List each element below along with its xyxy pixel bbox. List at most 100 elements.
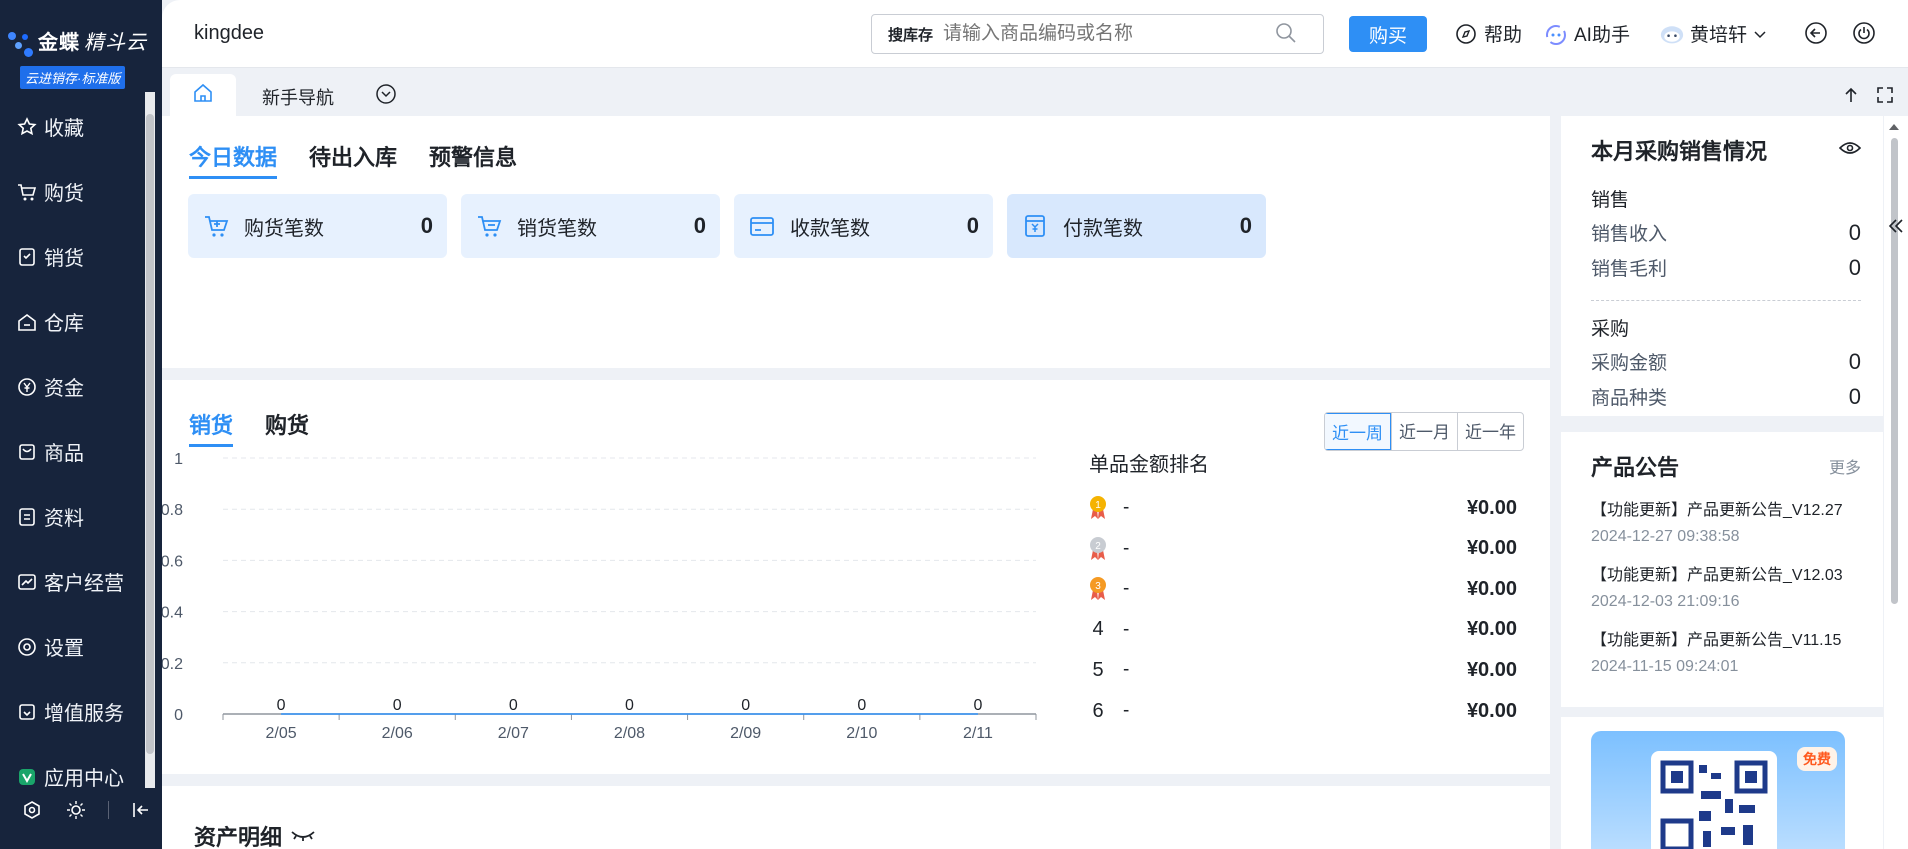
sidebar-item-label: 收藏	[44, 118, 84, 140]
monthly-panel: 本月采购销售情况 销售 销售收入 0 销售毛利 0 采购 采购金额 0 商品种类 0	[1561, 116, 1883, 416]
rank-amount: ¥0.00	[1466, 577, 1517, 600]
scrollbar-thumb[interactable]	[146, 114, 154, 754]
sidebar-item-label: 应用中心	[44, 768, 124, 790]
sales-trend-chart: 0 0.2 0.4 0.6 0.8 1 2/05 0 2/06 0 2/07 0 2/08 0 2/09 0 2…	[162, 451, 1037, 740]
y-tick-label: 1	[174, 451, 183, 468]
yen-icon	[16, 376, 38, 398]
sidebar-item-label: 仓库	[44, 313, 84, 335]
search-input[interactable]	[943, 23, 1275, 45]
sidebar-item-funds[interactable]: 资金	[0, 354, 143, 419]
notice-item-title: 【功能更新】产品更新公告_V11.15	[1591, 632, 1842, 649]
back-button[interactable]	[1804, 21, 1834, 45]
range-year[interactable]: 近一年	[1457, 413, 1523, 450]
search-box: 搜库存	[871, 14, 1324, 54]
sidebar-footer	[0, 790, 162, 830]
rank-item-name: -	[1123, 618, 1130, 640]
stat-label: 购货笔数	[244, 217, 324, 240]
collapse-sidebar-icon[interactable]	[129, 798, 153, 822]
sidebar-item-warehouse[interactable]: 仓库	[0, 289, 143, 354]
x-tick-label: 2/05	[266, 725, 297, 740]
y-tick-label: 0.6	[162, 553, 183, 570]
sidebar-item-settings[interactable]: 设置	[0, 614, 143, 679]
sidebar-item-data[interactable]: 资料	[0, 484, 143, 549]
svg-text:1: 1	[1095, 500, 1101, 511]
fullscreen-icon[interactable]	[1876, 86, 1894, 109]
sidebar-item-favorites[interactable]: 收藏	[0, 94, 143, 159]
stat-card-receipts[interactable]: 收款笔数 0	[734, 194, 993, 258]
logo[interactable]: 金蝶 精斗云 云进销存·标准版	[6, 22, 156, 89]
kv-value: 0	[1848, 219, 1861, 245]
power-icon	[1852, 21, 1876, 45]
stat-card-purchase[interactable]: 购货笔数 0	[188, 194, 447, 258]
right-scrollbar-thumb[interactable]	[1891, 138, 1898, 604]
tab-pending-stock[interactable]: 待出入库	[309, 140, 397, 179]
range-week[interactable]: 近一周	[1325, 413, 1391, 450]
tab-more-icon[interactable]	[375, 83, 397, 105]
cart-icon	[475, 212, 503, 240]
stat-card-payments[interactable]: 付款笔数 0	[1007, 194, 1266, 258]
assets-header: 资产明细	[194, 820, 316, 849]
scroll-up-icon[interactable]	[1889, 124, 1899, 130]
logout-button[interactable]	[1852, 21, 1882, 45]
medal-icon: 3	[1087, 575, 1109, 603]
tab-beginner-guide[interactable]: 新手导航	[262, 84, 334, 110]
stat-value: 0	[966, 213, 979, 238]
monthly-header: 本月采购销售情况	[1591, 134, 1862, 166]
stat-cards: 购货笔数 0 销货笔数 0 收款笔数 0 付款笔数 0	[188, 194, 1266, 258]
more-link[interactable]: 更多	[1829, 454, 1861, 478]
promo-banner[interactable]: 免费	[1591, 731, 1845, 849]
help-link[interactable]: 帮助	[1454, 20, 1522, 47]
tab-home[interactable]	[170, 74, 236, 116]
rank-item-name: -	[1123, 578, 1130, 600]
sidebar-item-goods[interactable]: 商品	[0, 419, 143, 484]
today-tabs: 今日数据 待出入库 预警信息	[189, 140, 517, 179]
qr-code	[1651, 751, 1777, 849]
cart-plus-icon	[202, 212, 230, 240]
assets-title: 资产明细	[194, 825, 283, 849]
wallet-icon	[748, 212, 776, 240]
rank-number: 4	[1092, 618, 1104, 641]
sidebar-scrollbar[interactable]	[143, 92, 157, 788]
sidebar-item-sales[interactable]: 销货	[0, 224, 143, 289]
theme-sun-icon[interactable]	[64, 798, 88, 822]
stat-label: 销货笔数	[517, 217, 597, 240]
sidebar-item-purchase[interactable]: 购货	[0, 159, 143, 224]
tab-today-data[interactable]: 今日数据	[189, 140, 278, 179]
user-menu[interactable]: 黄培轩	[1660, 20, 1767, 47]
sidebar-menu: 收藏 购货 销货 仓库 资金 商品 资料 客户经营 设置 增值服务 应用中心	[0, 94, 143, 809]
rank-row: 3 - ¥0.00	[1087, 575, 1517, 603]
sidebar-item-services[interactable]: 增值服务	[0, 679, 143, 744]
rank-title: 单品金额排名	[1089, 454, 1209, 476]
rank-row: 1 - ¥0.00	[1087, 494, 1517, 522]
right-scroll-area	[1884, 116, 1908, 849]
notice-item[interactable]: 【功能更新】产品更新公告_V11.15 2024-11-15 09:24:01	[1591, 628, 1871, 680]
settings-gear-icon[interactable]	[20, 798, 44, 822]
rank-row: 5- ¥0.00	[1087, 656, 1517, 684]
ai-assistant-link[interactable]: AI助手	[1544, 20, 1630, 47]
medal-icon: 2	[1087, 535, 1109, 563]
arrow-up-icon[interactable]	[1842, 86, 1860, 109]
sidebar-item-label: 资金	[44, 378, 84, 400]
search-icon[interactable]	[1275, 22, 1299, 46]
notice-title: 产品公告	[1591, 455, 1680, 480]
x-tick-label: 2/06	[382, 725, 413, 740]
rank-item-name: -	[1123, 659, 1130, 681]
star-icon	[16, 116, 38, 138]
y-tick-label: 0	[174, 707, 183, 724]
eye-closed-icon[interactable]	[290, 826, 316, 846]
notice-item[interactable]: 【功能更新】产品更新公告_V12.03 2024-12-03 21:09:16	[1591, 563, 1871, 615]
ai-assistant-icon	[1544, 22, 1568, 46]
footer-divider	[108, 801, 109, 819]
eye-icon[interactable]	[1838, 140, 1862, 161]
main-area: kingdee 搜库存 购买 帮助 AI助手 黄培轩	[162, 0, 1908, 849]
collapse-right-icon[interactable]	[1888, 216, 1904, 241]
tab-alerts[interactable]: 预警信息	[429, 140, 517, 179]
buy-button[interactable]: 购买	[1349, 16, 1427, 52]
sidebar-item-customer[interactable]: 客户经营	[0, 549, 143, 614]
search-scope-label[interactable]: 搜库存	[872, 24, 943, 45]
range-month[interactable]: 近一月	[1391, 413, 1457, 450]
stat-card-sales[interactable]: 销货笔数 0	[461, 194, 720, 258]
kv-label: 采购金额	[1591, 353, 1668, 374]
notice-item[interactable]: 【功能更新】产品更新公告_V12.27 2024-12-27 09:38:58	[1591, 498, 1871, 550]
data-label: 0	[509, 697, 518, 714]
